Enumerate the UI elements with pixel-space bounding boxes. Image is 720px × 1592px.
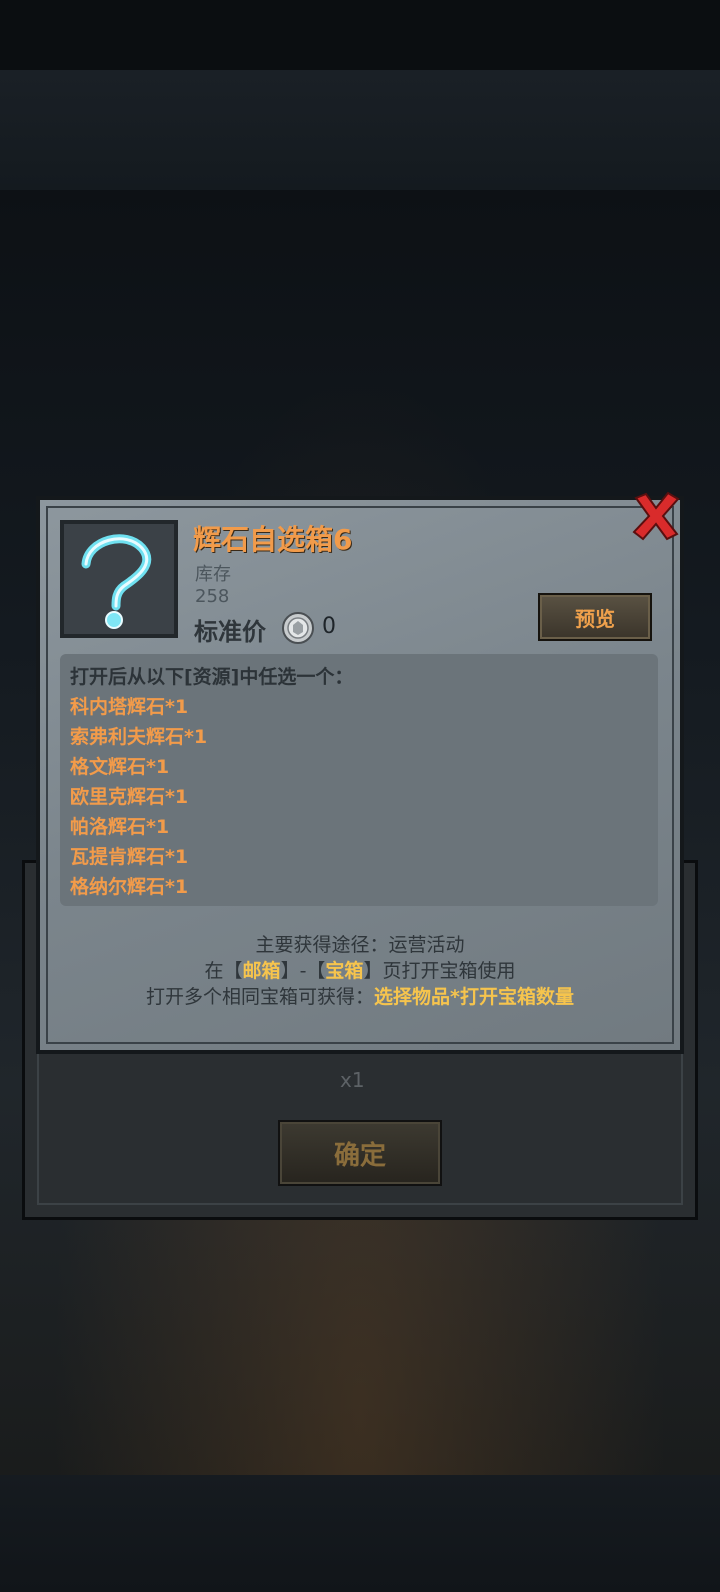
list-item: 欧里克辉石*1 xyxy=(70,786,189,808)
preview-button[interactable]: 预览 xyxy=(538,593,652,641)
item-name: 辉石自选箱6 xyxy=(193,523,353,556)
usage-note: 在【邮箱】-【宝箱】页打开宝箱使用 xyxy=(0,956,720,983)
list-item: 格纳尔辉石*1 xyxy=(70,876,189,898)
stock-label: 库存 xyxy=(195,564,231,585)
close-button[interactable] xyxy=(626,486,686,546)
usage-prefix: 在【 xyxy=(204,960,243,982)
stock-value: 258 xyxy=(195,586,230,607)
price-label: 标准价 xyxy=(194,618,266,646)
confirm-button[interactable]: 确定 xyxy=(278,1120,442,1186)
chest-link: 宝箱 xyxy=(325,960,364,982)
quantity-label: x1 xyxy=(340,1068,365,1092)
list-item: 格文辉石*1 xyxy=(70,756,170,778)
source-note: 主要获得途径：运营活动 xyxy=(255,934,465,956)
multi-highlight: 选择物品*打开宝箱数量 xyxy=(374,986,574,1008)
question-mark-icon xyxy=(81,534,152,629)
usage-mid: 】-【 xyxy=(280,960,326,982)
silver-coin-icon xyxy=(282,612,314,644)
bottom-banner xyxy=(0,1475,720,1592)
top-banner xyxy=(0,70,720,190)
list-item: 科内塔辉石*1 xyxy=(70,696,189,718)
contents-header: 打开后从以下[资源]中任选一个： xyxy=(70,666,354,688)
close-x-icon xyxy=(632,491,680,541)
list-item: 帕洛辉石*1 xyxy=(70,816,170,838)
price-value: 0 xyxy=(322,614,336,639)
mail-link: 邮箱 xyxy=(242,960,281,982)
list-item: 瓦提肯辉石*1 xyxy=(70,846,189,868)
multi-open-note: 打开多个相同宝箱可获得：选择物品*打开宝箱数量 xyxy=(0,982,720,1009)
usage-suffix: 】页打开宝箱使用 xyxy=(363,960,516,982)
multi-prefix: 打开多个相同宝箱可获得： xyxy=(146,986,375,1008)
list-item: 索弗利夫辉石*1 xyxy=(70,726,208,748)
item-icon-frame xyxy=(60,520,178,638)
